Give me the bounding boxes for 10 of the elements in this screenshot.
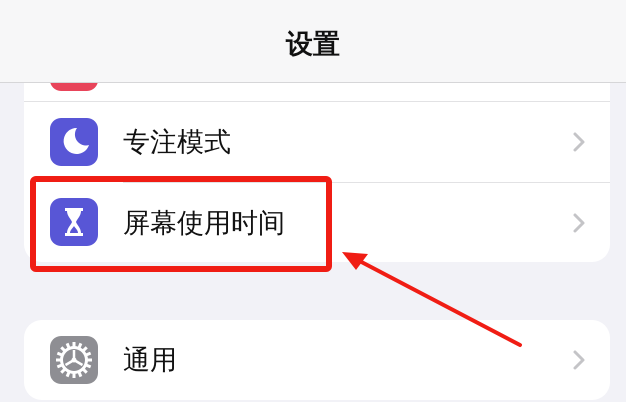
setting-label[interactable]: 专注模式: [123, 124, 572, 160]
chevron-icon: [572, 212, 586, 234]
gear-icon: [50, 336, 98, 384]
setting-label[interactable]: 屏幕使用时间: [123, 204, 572, 240]
nav-title: 设置: [286, 28, 340, 62]
chevron-icon: [572, 131, 586, 153]
moon-icon: [50, 118, 98, 166]
setting-label[interactable]: 通用: [123, 342, 572, 378]
hourglass-icon: [50, 198, 98, 246]
chevron-icon: [572, 349, 586, 371]
